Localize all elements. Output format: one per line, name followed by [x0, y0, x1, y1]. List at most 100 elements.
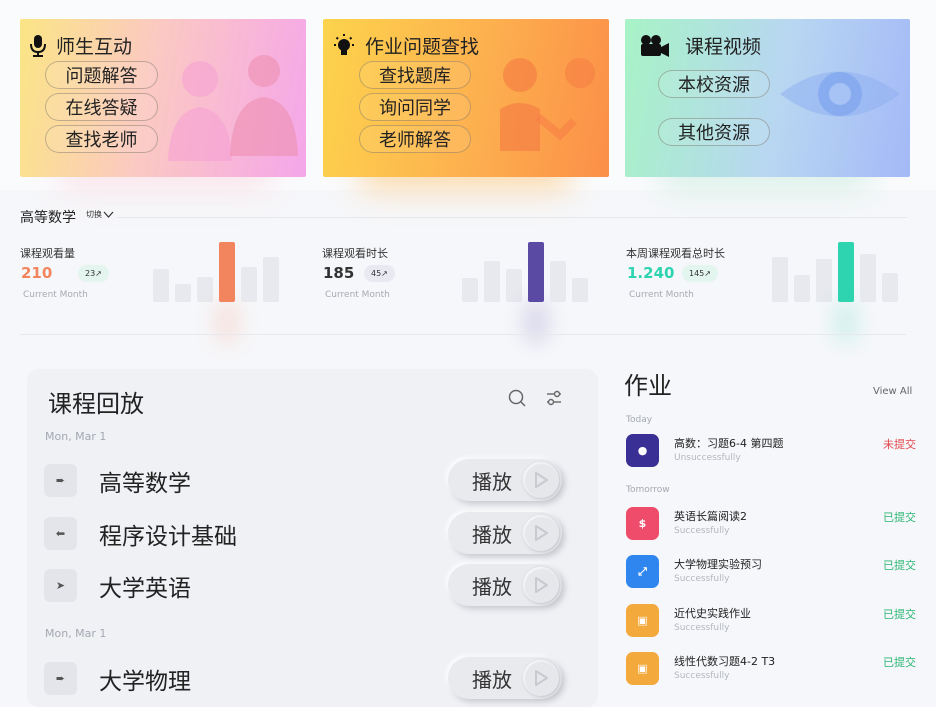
chart-bar [528, 242, 544, 302]
replay-title: 课程回放 [48, 390, 144, 418]
stat-badge: 23↗ [78, 265, 109, 282]
date-label: Mon, Mar 1 [45, 430, 107, 443]
play-button[interactable]: 播放 [448, 512, 562, 554]
homework-sub: Successfully [674, 671, 730, 681]
course-name: 程序设计基础 [99, 524, 237, 550]
chart-bar [506, 269, 522, 302]
chart-bar [550, 261, 566, 302]
chart-bar [219, 242, 235, 302]
play-button[interactable]: 播放 [448, 564, 562, 606]
play-icon [523, 567, 559, 603]
chart-bar [263, 257, 279, 302]
chart-bar [838, 242, 854, 302]
chevron-down-icon [103, 211, 114, 218]
group-today-label: Today [626, 415, 653, 425]
filter-icon[interactable] [544, 388, 564, 408]
chart-bar-glow [834, 302, 858, 342]
video-camera-icon [641, 34, 669, 57]
chart-bar [197, 277, 213, 302]
play-icon [523, 660, 559, 696]
stat-sub: Current Month [23, 290, 88, 300]
course-arrow-icon: ➤ [44, 569, 77, 602]
homework-name[interactable]: 高数：习题6-4 第四题 [674, 435, 783, 451]
play-label: 播放 [472, 574, 512, 599]
stat-sub: Current Month [325, 290, 390, 300]
stat-badge: 45↗ [364, 265, 395, 282]
stat-label: 课程观看时长 [322, 247, 388, 260]
card-title-text: 作业问题查找 [365, 36, 480, 58]
chart-bar [860, 254, 876, 302]
homework-sub: Successfully [674, 574, 730, 584]
pill-ask-classmates[interactable]: 询问同学 [359, 93, 471, 121]
card-teacher-student[interactable]: 师生互动 问题解答 在线答疑 查找老师 [20, 19, 306, 177]
eye-illustration-icon [780, 71, 900, 117]
course-title: 高等数学 [20, 210, 76, 226]
drop-icon: ● [626, 434, 659, 467]
book-icon: ▣ [626, 604, 659, 637]
chart-bar-glow [215, 302, 239, 342]
chart-bar [153, 269, 169, 302]
card-title-text: 师生互动 [56, 36, 133, 58]
chart-bar-glow [524, 302, 548, 342]
stat-label: 课程观看量 [20, 247, 75, 260]
homework-name[interactable]: 线性代数习题4-2 T3 [674, 653, 775, 669]
chart-bar [175, 284, 191, 302]
card-homework-search[interactable]: 作业问题查找 查找题库 询问同学 老师解答 [323, 19, 609, 177]
pill-find-teacher[interactable]: 查找老师 [45, 125, 158, 153]
divider [20, 334, 906, 335]
card-title: 师生互动 [28, 32, 132, 59]
card-title-text: 课程视频 [685, 36, 762, 58]
course-arrow-icon: ➨ [44, 662, 77, 695]
stat-value: 185 [323, 264, 355, 282]
book-icon: ▣ [626, 652, 659, 685]
card-course-videos[interactable]: 课程视频 本校资源 其他资源 [625, 19, 910, 177]
homework-sub: Successfully [674, 623, 730, 633]
pill-answer-questions[interactable]: 问题解答 [45, 61, 158, 89]
play-label: 播放 [472, 469, 512, 494]
view-all-link[interactable]: View All [873, 386, 912, 397]
people-illustration-icon [168, 55, 298, 161]
stat-label: 本周课程观看总时长 [626, 247, 725, 260]
flask-icon: ⤢ [626, 555, 659, 588]
homework-name[interactable]: 近代史实践作业 [674, 605, 751, 621]
chart-bar [572, 278, 588, 302]
chart-bar [484, 261, 500, 302]
course-arrow-icon: ⬅ [44, 517, 77, 550]
pill-search-question-bank[interactable]: 查找题库 [359, 61, 471, 89]
card-title: 课程视频 [639, 32, 761, 59]
search-icon[interactable] [507, 388, 527, 408]
chart-bar [816, 259, 832, 302]
stat-value: 1.240 [627, 264, 675, 282]
people-illustration-icon [500, 58, 595, 151]
play-button[interactable]: 播放 [448, 657, 562, 699]
dollar-icon: $ [626, 507, 659, 540]
course-name: 大学英语 [99, 576, 191, 602]
homework-name[interactable]: 大学物理实验预习 [674, 556, 762, 572]
play-label: 播放 [472, 522, 512, 547]
date-label: Mon, Mar 1 [45, 627, 107, 640]
homework-status: 已提交 [883, 511, 916, 524]
homework-name[interactable]: 英语长篇阅读2 [674, 508, 747, 524]
homework-status: 已提交 [883, 608, 916, 621]
pill-other-resources[interactable]: 其他资源 [658, 118, 770, 146]
stat-value: 210 [21, 264, 53, 282]
chart-bar [772, 257, 788, 302]
stat-sub: Current Month [629, 290, 694, 300]
switch-label: 切换 [86, 210, 102, 219]
course-name: 高等数学 [99, 471, 191, 497]
chart-bar [462, 278, 478, 302]
play-label: 播放 [472, 667, 512, 692]
card-title: 作业问题查找 [331, 32, 479, 59]
homework-status: 未提交 [883, 438, 916, 451]
chart-bar [241, 267, 257, 302]
chart-bar [794, 275, 810, 302]
pill-online-qa[interactable]: 在线答疑 [45, 93, 158, 121]
homework-status: 已提交 [883, 656, 916, 669]
homework-sub: Unsuccessfully [674, 453, 741, 463]
play-button[interactable]: 播放 [448, 459, 562, 501]
homework-sub: Successfully [674, 526, 730, 536]
pill-school-resources[interactable]: 本校资源 [658, 70, 770, 98]
lightbulb-icon [334, 33, 354, 55]
switch-course-dropdown[interactable]: 切换 [86, 209, 114, 220]
pill-teacher-answer[interactable]: 老师解答 [359, 125, 471, 153]
